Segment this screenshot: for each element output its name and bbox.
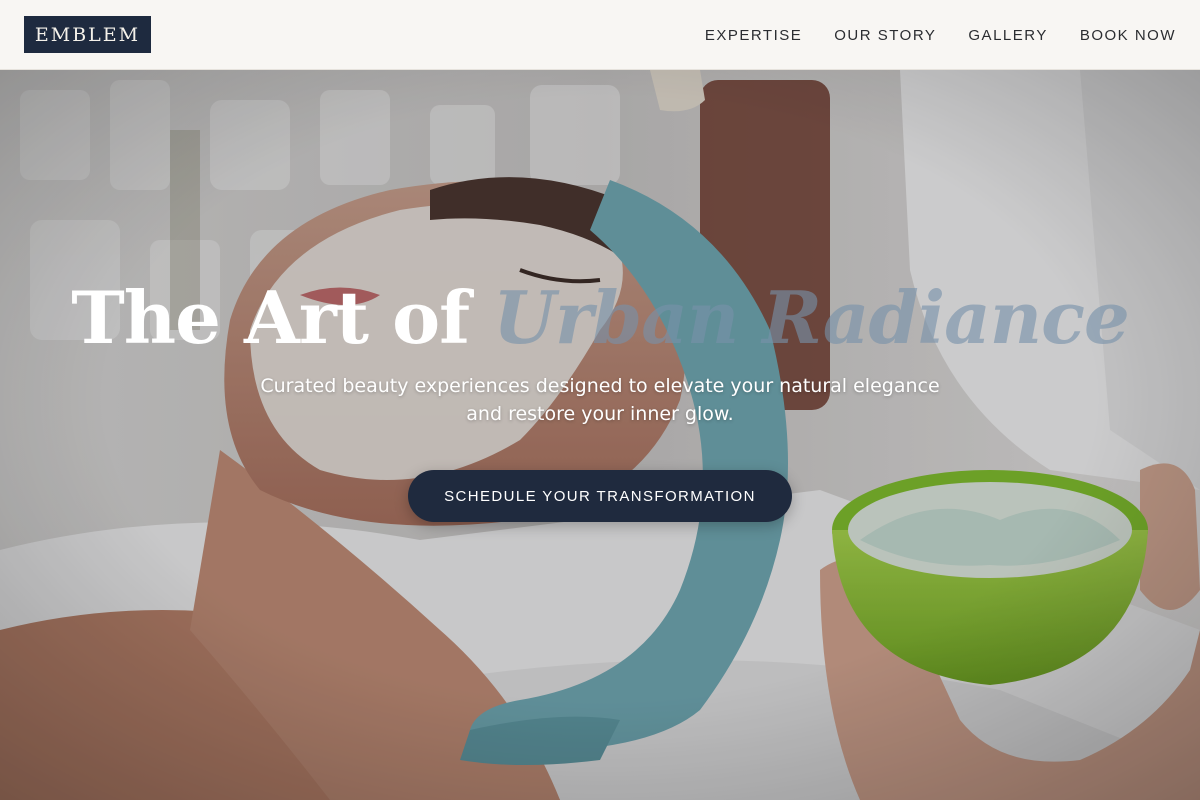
logo-text: EMBLEM	[34, 23, 141, 46]
hero-content: The Art of Urban Radiance Curated beauty…	[0, 70, 1200, 800]
nav-link-book-now[interactable]: BOOK NOW	[1080, 27, 1176, 44]
hero-subtitle: Curated beauty experiences designed to e…	[260, 375, 940, 425]
schedule-transformation-button[interactable]: SCHEDULE YOUR TRANSFORMATION	[408, 470, 792, 522]
headline-main: The Art of	[71, 275, 494, 360]
hero-section: The Art of Urban Radiance Curated beauty…	[0, 70, 1200, 800]
main-nav: EXPERTISE OUR STORY GALLERY BOOK NOW	[673, 0, 1176, 70]
nav-link-expertise[interactable]: EXPERTISE	[705, 27, 802, 44]
navbar: EMBLEM EXPERTISE OUR STORY GALLERY BOOK …	[0, 0, 1200, 70]
nav-link-gallery[interactable]: GALLERY	[968, 27, 1047, 44]
hero-headline: The Art of Urban Radiance	[0, 273, 1200, 363]
logo[interactable]: EMBLEM	[24, 16, 151, 53]
headline-accent: Urban Radiance	[493, 275, 1130, 360]
nav-link-our-story[interactable]: OUR STORY	[834, 27, 936, 44]
